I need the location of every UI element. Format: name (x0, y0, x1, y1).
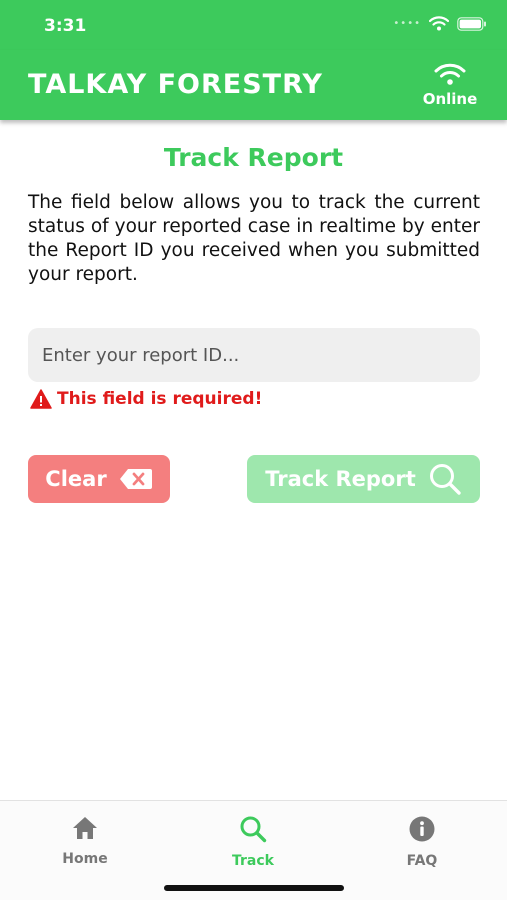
clear-button[interactable]: Clear (28, 455, 170, 503)
tab-home-label: Home (62, 851, 108, 867)
battery-icon (457, 16, 486, 31)
status-icons: •••• (393, 16, 487, 31)
page-title: Track Report (163, 143, 344, 172)
backspace-icon (119, 469, 152, 489)
cellular-signal-icon: •••• (393, 18, 421, 29)
status-time: 3:31 (44, 16, 87, 36)
tab-track[interactable]: Track (203, 815, 303, 869)
home-icon (73, 817, 97, 839)
connection-status-label: Online (422, 90, 478, 108)
validation-error-text: This field is required! (57, 389, 263, 409)
tab-track-label: Track (232, 853, 274, 869)
track-report-button[interactable]: Track Report (247, 455, 480, 503)
app-title: TALKAY FORESTRY (28, 69, 323, 100)
connection-status[interactable]: Online (421, 62, 479, 108)
validation-error: This field is required! (30, 389, 262, 409)
tab-faq[interactable]: FAQ (372, 815, 472, 869)
warning-icon (30, 389, 52, 409)
track-report-button-label: Track Report (265, 467, 416, 491)
report-id-input[interactable] (28, 328, 480, 382)
wifi-status-icon (429, 16, 449, 31)
clear-button-label: Clear (45, 467, 107, 491)
search-icon (240, 816, 267, 843)
tab-faq-label: FAQ (406, 853, 438, 869)
page-description: The field below allows you to track the … (28, 192, 480, 285)
info-icon (409, 816, 435, 842)
tab-home[interactable]: Home (35, 815, 135, 867)
wifi-icon (434, 63, 466, 85)
search-icon (429, 464, 461, 495)
home-indicator (164, 885, 344, 891)
app-header: TALKAY FORESTRY Online (0, 50, 507, 120)
status-bar: 3:31 •••• (0, 0, 507, 50)
